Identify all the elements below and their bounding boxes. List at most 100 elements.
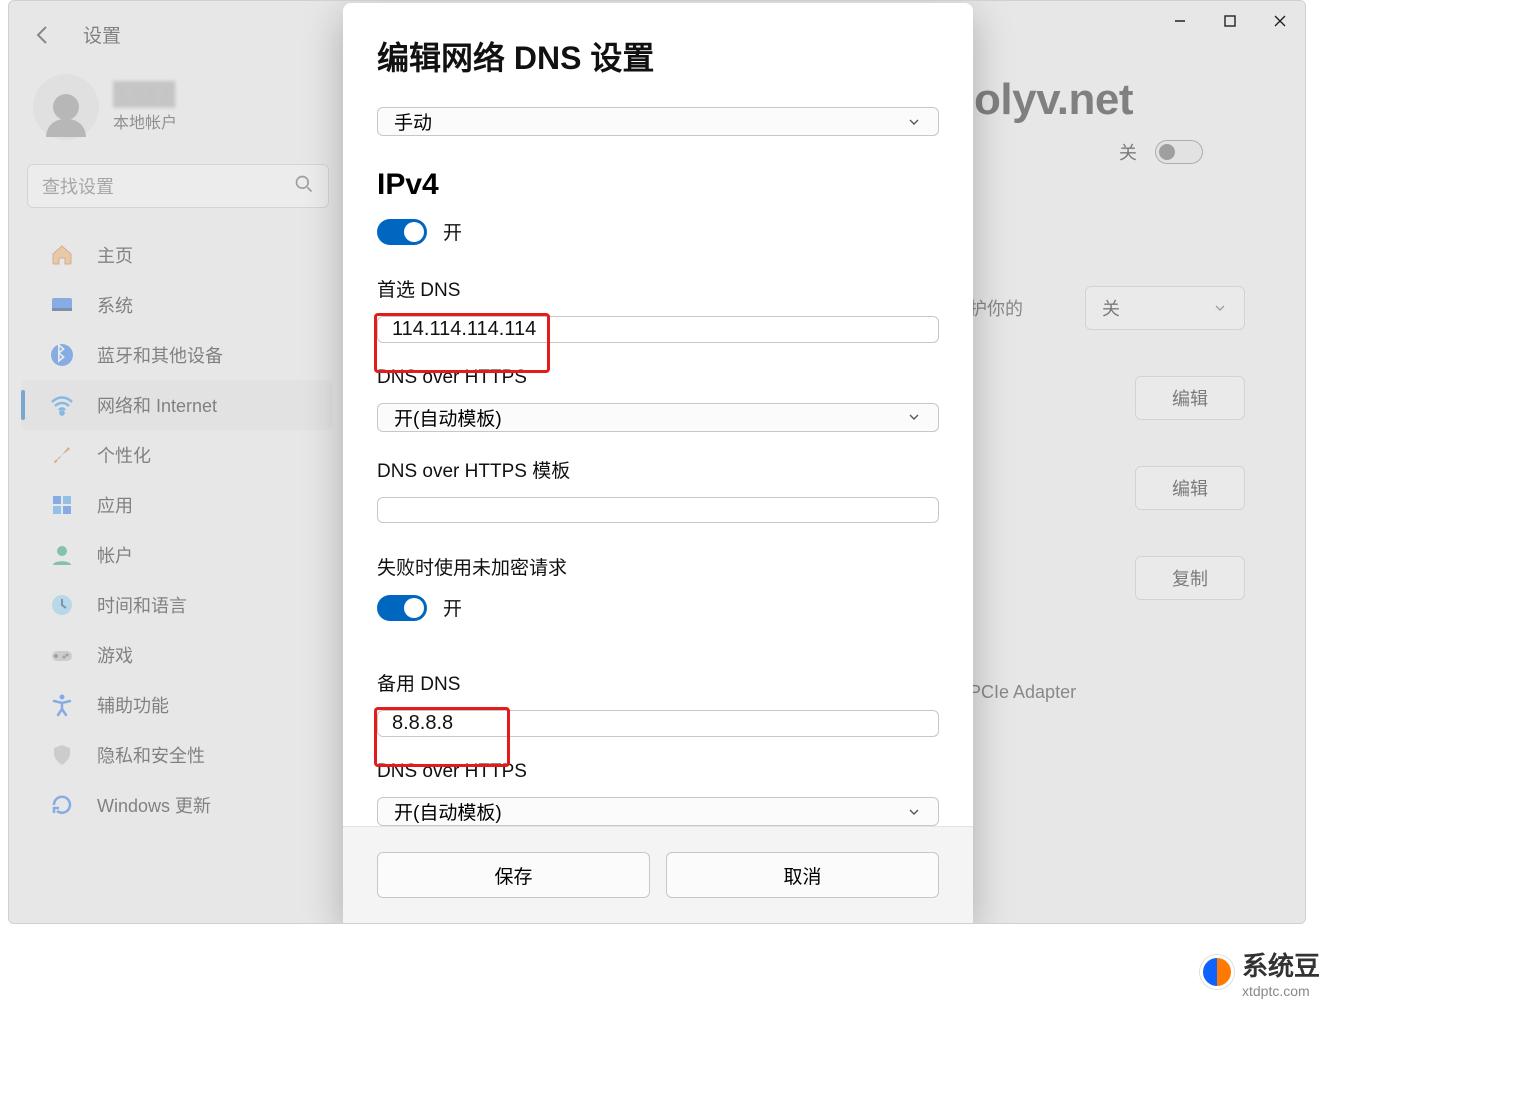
bg-detail-block: 护你的 关 编辑 编辑 复制 PCIe Adapter (969, 286, 1245, 703)
doh-label-1: DNS over HTTPS (377, 367, 939, 389)
nav-update[interactable]: Windows 更新 (21, 780, 333, 830)
nav-label: 时间和语言 (97, 592, 187, 618)
nav-gaming[interactable]: 游戏 (21, 630, 333, 680)
apps-icon (49, 492, 75, 518)
system-icon (49, 292, 75, 318)
ipv4-toggle-label: 开 (443, 218, 462, 245)
shield-icon (49, 742, 75, 768)
ipv4-heading: IPv4 (377, 168, 939, 202)
settings-window: 设置 ████ 本地帐户 查找设置 主页 (8, 0, 1306, 924)
preferred-dns-input[interactable]: 114.114.114.114 (377, 316, 939, 343)
adapter-text: PCIe Adapter (969, 682, 1076, 703)
profile-name: ████ (113, 81, 177, 107)
search-container: 查找设置 (27, 164, 329, 208)
person-icon (49, 542, 75, 568)
bg-toggle-row: 关 (1119, 139, 1203, 165)
nav-label: 游戏 (97, 642, 133, 668)
toggle-off-label: 关 (1119, 139, 1137, 165)
search-icon (294, 174, 314, 199)
nav-label: 网络和 Internet (97, 392, 217, 418)
nav-label: 蓝牙和其他设备 (97, 342, 223, 368)
nav-label: 隐私和安全性 (97, 742, 205, 768)
accessibility-icon (49, 692, 75, 718)
background-content: olyv.net (974, 75, 1305, 125)
cancel-button[interactable]: 取消 (666, 852, 939, 898)
doh-select-2-value: 开(自动模板) (394, 798, 502, 825)
dialog-title: 编辑网络 DNS 设置 (377, 33, 939, 79)
save-button[interactable]: 保存 (377, 852, 650, 898)
doh-select-2[interactable]: 开(自动模板) (377, 797, 939, 826)
bg-copy-button[interactable]: 复制 (1135, 556, 1245, 600)
gamepad-icon (49, 642, 75, 668)
nav-apps[interactable]: 应用 (21, 480, 333, 530)
alt-dns-value: 8.8.8.8 (392, 712, 453, 735)
nav-home[interactable]: 主页 (21, 230, 333, 280)
avatar (33, 74, 99, 140)
back-button[interactable] (31, 23, 55, 47)
window-controls (1155, 1, 1305, 41)
nav-accessibility[interactable]: 辅助功能 (21, 680, 333, 730)
nav-list: 主页 系统 蓝牙和其他设备 网络和 Internet 个性化 应用 (9, 230, 341, 830)
search-placeholder: 查找设置 (42, 173, 114, 199)
nav-label: 帐户 (97, 542, 133, 568)
bg-select-off[interactable]: 关 (1085, 286, 1245, 330)
fallback-toggle-label: 开 (443, 594, 462, 621)
app-title: 设置 (83, 21, 121, 48)
home-icon (49, 242, 75, 268)
bluetooth-icon (49, 342, 75, 368)
doh-template-label: DNS over HTTPS 模板 (377, 456, 939, 483)
close-button[interactable] (1255, 1, 1305, 41)
alt-dns-label: 备用 DNS (377, 669, 939, 696)
search-input[interactable]: 查找设置 (27, 164, 329, 208)
watermark-url: xtdptc.com (1242, 983, 1320, 999)
protect-text: 护你的 (969, 295, 1023, 321)
doh-template-input[interactable] (377, 497, 939, 524)
dialog-footer: 保存 取消 (343, 826, 973, 923)
nav-label: 应用 (97, 492, 133, 518)
toggle-off[interactable] (1155, 140, 1203, 164)
nav-network[interactable]: 网络和 Internet (21, 380, 333, 430)
nav-personalize[interactable]: 个性化 (21, 430, 333, 480)
wifi-icon (49, 392, 75, 418)
fallback-label: 失败时使用未加密请求 (377, 553, 939, 580)
watermark-brand: 系统豆 (1242, 946, 1320, 983)
nav-system[interactable]: 系统 (21, 280, 333, 330)
fallback-toggle[interactable] (377, 595, 427, 621)
doh-select-1[interactable]: 开(自动模板) (377, 403, 939, 432)
watermark: 系统豆 xtdptc.com (1200, 880, 1516, 1064)
maximize-button[interactable] (1205, 1, 1255, 41)
dns-settings-dialog: 编辑网络 DNS 设置 手动 IPv4 开 首选 DNS 114.114.114… (343, 3, 973, 923)
nav-label: Windows 更新 (97, 792, 211, 818)
bg-edit-button-1[interactable]: 编辑 (1135, 376, 1245, 420)
chevron-down-icon (906, 409, 922, 425)
chevron-down-icon (1212, 300, 1228, 316)
minimize-button[interactable] (1155, 1, 1205, 41)
chevron-down-icon (906, 804, 922, 820)
chevron-down-icon (906, 114, 922, 130)
update-icon (49, 792, 75, 818)
preferred-dns-value: 114.114.114.114 (392, 318, 536, 341)
nav-bluetooth[interactable]: 蓝牙和其他设备 (21, 330, 333, 380)
bg-edit-button-2[interactable]: 编辑 (1135, 466, 1245, 510)
watermark-logo-icon (1200, 955, 1234, 989)
page-heading-fragment: olyv.net (974, 75, 1305, 125)
clock-icon (49, 592, 75, 618)
nav-accounts[interactable]: 帐户 (21, 530, 333, 580)
nav-label: 个性化 (97, 442, 151, 468)
nav-label: 系统 (97, 292, 133, 318)
mode-select-value: 手动 (394, 108, 432, 135)
profile-subtitle: 本地帐户 (113, 109, 177, 133)
doh-label-2: DNS over HTTPS (377, 761, 939, 783)
profile-block[interactable]: ████ 本地帐户 (9, 66, 341, 158)
preferred-dns-label: 首选 DNS (377, 275, 939, 302)
nav-label: 主页 (97, 242, 133, 268)
doh-select-1-value: 开(自动模板) (394, 404, 502, 431)
nav-label: 辅助功能 (97, 692, 169, 718)
mode-select[interactable]: 手动 (377, 107, 939, 136)
ipv4-toggle[interactable] (377, 219, 427, 245)
nav-privacy[interactable]: 隐私和安全性 (21, 730, 333, 780)
nav-time[interactable]: 时间和语言 (21, 580, 333, 630)
brush-icon (49, 442, 75, 468)
alt-dns-input[interactable]: 8.8.8.8 (377, 710, 939, 737)
sidebar: 设置 ████ 本地帐户 查找设置 主页 (9, 1, 341, 923)
